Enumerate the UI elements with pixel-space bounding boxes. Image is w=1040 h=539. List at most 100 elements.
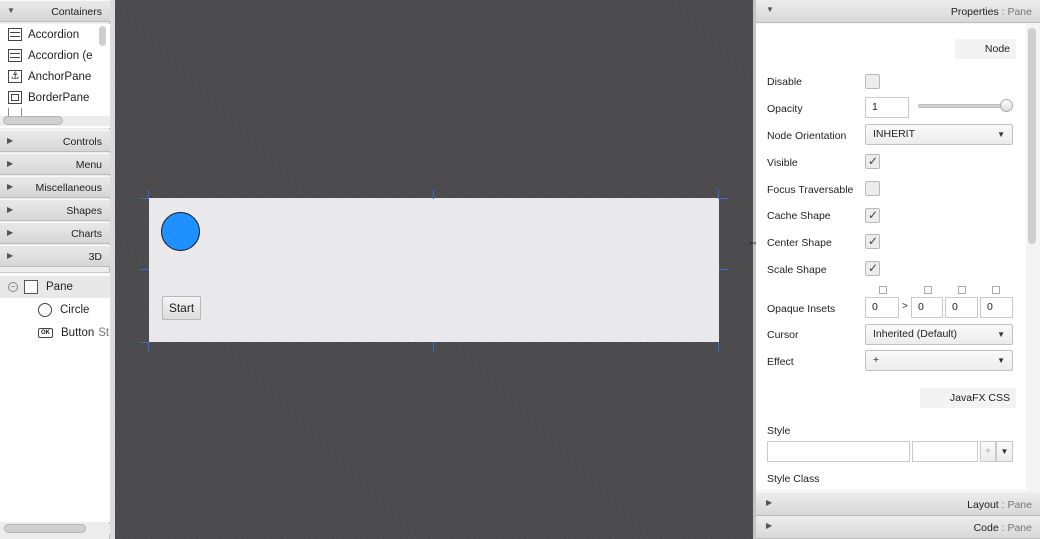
library-section-containers[interactable]: ▼ Containers [0, 0, 110, 22]
visible-checkbox[interactable] [865, 154, 880, 169]
cache-shape-checkbox[interactable] [865, 208, 880, 223]
section-title: Code [973, 522, 999, 534]
inset-link-checkbox-1[interactable] [879, 286, 887, 294]
button-icon: OK [38, 328, 53, 338]
accordion-icon [8, 28, 22, 41]
hierarchy-item-circle[interactable]: Circle [0, 299, 89, 321]
opaque-insets-left[interactable]: 0 [980, 297, 1013, 318]
selection-handle-br[interactable] [718, 342, 719, 351]
style-menu-button[interactable]: ▼ [996, 441, 1013, 462]
inset-link-checkbox-3[interactable] [958, 286, 966, 294]
library-section-3d[interactable]: ▶ 3D [0, 245, 110, 267]
chevron-right-icon: ▶ [766, 498, 773, 507]
opacity-slider-thumb[interactable] [1000, 99, 1013, 112]
start-button[interactable]: Start [162, 296, 201, 320]
node-orientation-select[interactable]: INHERIT ▼ [865, 124, 1013, 145]
list-item-anchorpane[interactable]: ⚓ AnchorPane [0, 66, 95, 87]
pane-icon [24, 280, 38, 294]
chevron-right-icon: ▶ [7, 159, 14, 168]
style-value-field[interactable] [912, 441, 978, 462]
style-class-label: Style Class [767, 473, 820, 485]
effect-select[interactable]: + ▼ [865, 350, 1013, 371]
cache-shape-label: Cache Shape [767, 210, 831, 222]
hierarchy-item-suffix: St [98, 327, 110, 339]
opaque-insets-top[interactable]: 0 [865, 297, 899, 318]
style-add-button[interactable]: + [980, 441, 996, 462]
visible-label: Visible [767, 157, 798, 169]
hierarchy-item-pane[interactable]: − Pane [0, 276, 110, 298]
hierarchy-item-button[interactable]: OK Button St [0, 322, 109, 344]
section-target: Pane [1007, 499, 1032, 511]
collapse-icon[interactable]: − [8, 282, 18, 292]
containers-list: Accordion Accordion (e ⚓ AnchorPane Bord… [0, 24, 110, 128]
properties-vscrollbar[interactable] [1028, 28, 1036, 244]
center-shape-label: Center Shape [767, 237, 832, 249]
cursor-label: Cursor [767, 329, 799, 341]
properties-content: Node Disable Opacity 1 Node Orientation … [756, 24, 1026, 490]
library-section-controls[interactable]: ▶ Controls [0, 130, 110, 152]
scale-shape-checkbox[interactable] [865, 261, 880, 276]
hierarchy-panel: − Pane Circle OK Button St [0, 272, 110, 522]
chevron-right-icon: ▶ [7, 228, 14, 237]
disable-label: Disable [767, 76, 803, 88]
inset-separator: > [902, 301, 908, 312]
containers-hscrollbar[interactable] [3, 116, 63, 125]
style-label: Style [767, 425, 791, 437]
canvas-circle[interactable] [161, 212, 200, 251]
focus-traversable-label: Focus Traversable [767, 184, 854, 196]
node-section-label: Node [954, 39, 1016, 59]
list-item-label: Accordion [28, 28, 80, 41]
selection-handle-tr-h[interactable] [719, 198, 728, 199]
node-orientation-label: Node Orientation [767, 130, 847, 142]
selected-pane[interactable] [149, 198, 719, 342]
properties-section-header[interactable]: ▼ Properties : Pane [756, 0, 1040, 23]
inset-link-checkbox-4[interactable] [992, 286, 1000, 294]
opaque-insets-right[interactable]: 0 [911, 297, 943, 318]
style-property-field[interactable] [767, 441, 910, 462]
accordion-icon [8, 49, 22, 62]
selection-handle-bottom[interactable] [433, 342, 434, 351]
list-item-label: AnchorPane [28, 70, 92, 83]
selection-handle-bl[interactable] [148, 342, 149, 351]
hierarchy-hscroll-track [0, 524, 110, 534]
opacity-field[interactable]: 1 [865, 97, 909, 118]
containers-vscrollbar[interactable] [99, 26, 106, 46]
chevron-down-icon: ▼ [997, 130, 1005, 139]
selection-handle-left[interactable] [140, 269, 149, 270]
node-orientation-value: INHERIT [873, 128, 915, 140]
selection-handle-right[interactable] [719, 269, 728, 270]
library-section-charts[interactable]: ▶ Charts [0, 222, 110, 244]
chevron-right-icon: ▶ [7, 136, 14, 145]
chevron-down-icon: ▼ [997, 330, 1005, 339]
list-item-borderpane[interactable]: BorderPane [0, 87, 95, 108]
list-item-partial [0, 108, 95, 116]
section-title: Properties [950, 6, 999, 18]
list-item-label: Accordion (e [28, 49, 93, 62]
list-item-accordion[interactable]: Accordion [0, 24, 95, 45]
effect-value: + [873, 354, 880, 366]
containers-hscroll-track [0, 116, 110, 126]
layout-section-header[interactable]: ▶ Layout : Pane [756, 493, 1040, 516]
library-section-miscellaneous[interactable]: ▶ Miscellaneous [0, 176, 110, 198]
hierarchy-hscrollbar[interactable] [4, 524, 86, 533]
list-item-accordion-empty[interactable]: Accordion (e [0, 45, 95, 66]
section-target: Pane [1007, 6, 1032, 18]
section-title: Shapes [66, 205, 102, 217]
section-title: Miscellaneous [35, 182, 102, 194]
selection-handle-top[interactable] [433, 190, 434, 199]
focus-traversable-checkbox[interactable] [865, 181, 880, 196]
opaque-insets-bottom[interactable]: 0 [945, 297, 978, 318]
hierarchy-item-label: Circle [60, 304, 90, 316]
code-section-header[interactable]: ▶ Code : Pane [756, 516, 1040, 539]
opacity-slider-track[interactable] [918, 104, 1006, 108]
library-section-menu[interactable]: ▶ Menu [0, 153, 110, 175]
selection-handle-bl-h[interactable] [140, 342, 149, 343]
cursor-select[interactable]: Inherited (Default) ▼ [865, 324, 1013, 345]
scale-shape-label: Scale Shape [767, 264, 827, 276]
library-section-shapes[interactable]: ▶ Shapes [0, 199, 110, 221]
center-shape-checkbox[interactable] [865, 234, 880, 249]
inset-link-checkbox-2[interactable] [924, 286, 932, 294]
selection-handle-tl-h[interactable] [140, 198, 149, 199]
chevron-right-icon: ▶ [7, 251, 14, 260]
disable-checkbox[interactable] [865, 74, 880, 89]
